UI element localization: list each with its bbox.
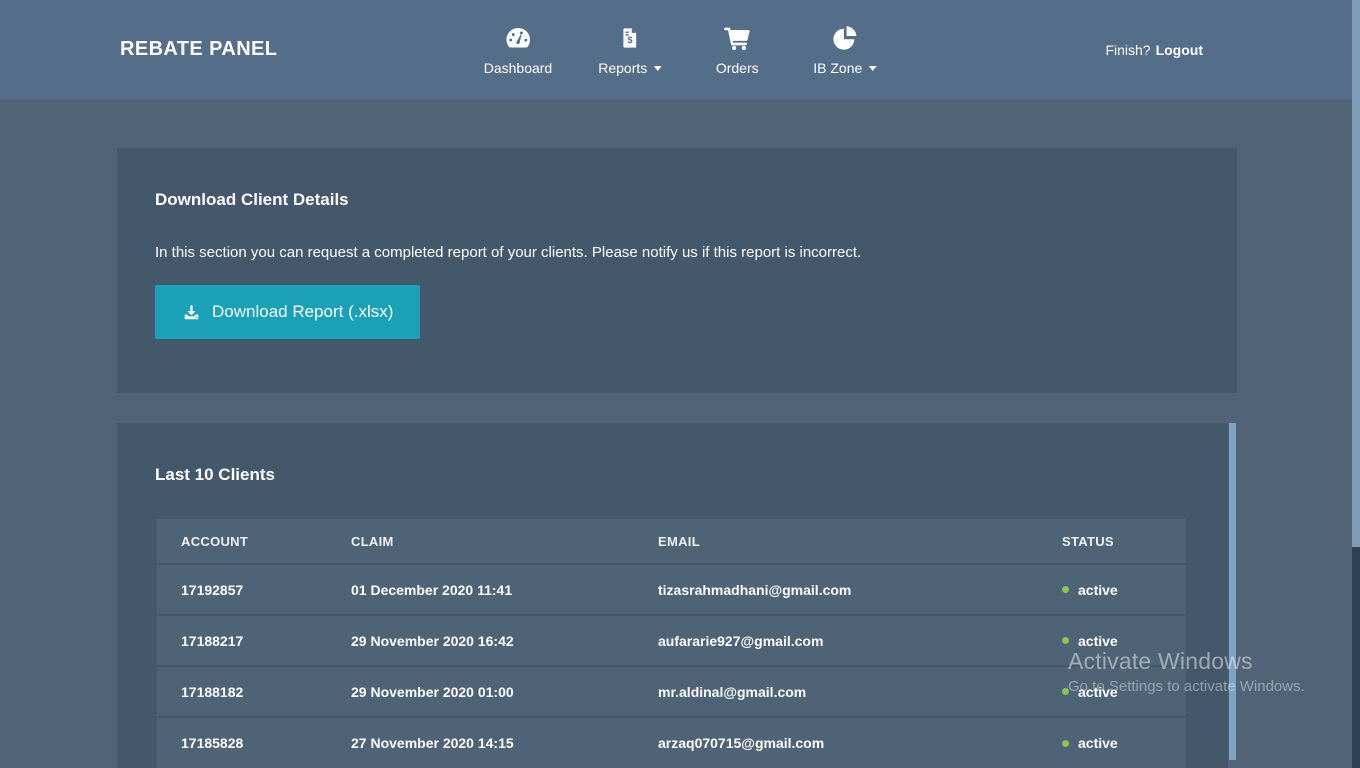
cell-status: active — [1038, 564, 1186, 615]
cell-email: mr.aldinal@gmail.com — [634, 666, 1038, 717]
nav-item-dashboard[interactable]: Dashboard — [484, 24, 553, 76]
cell-account: 17185828 — [157, 717, 327, 768]
cell-claim: 29 November 2020 16:42 — [327, 615, 634, 666]
cell-status: active — [1038, 666, 1186, 717]
card-title: Download Client Details — [155, 190, 1199, 210]
download-report-button[interactable]: Download Report (.xlsx) — [155, 285, 420, 339]
cell-account: 17188217 — [157, 615, 327, 666]
cell-status: active — [1038, 717, 1186, 768]
main-navigation: Dashboard $ Reports Orders IB Zone — [484, 0, 877, 99]
cell-email: tizasrahmadhani@gmail.com — [634, 564, 1038, 615]
download-button-label: Download Report (.xlsx) — [212, 302, 393, 322]
status-dot-icon — [1062, 688, 1069, 695]
column-header-status: STATUS — [1038, 519, 1186, 564]
gauge-icon — [504, 24, 531, 51]
nav-item-reports[interactable]: $ Reports — [598, 24, 661, 76]
cell-email: arzaq070715@gmail.com — [634, 717, 1038, 768]
cell-claim: 01 December 2020 11:41 — [327, 564, 634, 615]
cell-status: active — [1038, 615, 1186, 666]
session-prefix-label: Finish? — [1105, 42, 1150, 58]
cart-icon — [724, 24, 751, 51]
cell-claim: 27 November 2020 14:15 — [327, 717, 634, 768]
brand-title: REBATE PANEL — [120, 0, 277, 99]
column-header-email: EMAIL — [634, 519, 1038, 564]
cell-account: 17192857 — [157, 564, 327, 615]
table-row: 1719285701 December 2020 11:41tizasrahma… — [157, 564, 1186, 615]
cell-claim: 29 November 2020 01:00 — [327, 666, 634, 717]
download-client-details-card: Download Client Details In this section … — [117, 148, 1237, 393]
chevron-down-icon — [653, 66, 661, 71]
cell-account: 17188182 — [157, 666, 327, 717]
session-area: Finish? Logout — [1105, 0, 1203, 99]
table-row: 1718818229 November 2020 01:00mr.aldinal… — [157, 666, 1186, 717]
status-dot-icon — [1062, 637, 1069, 644]
status-label: active — [1078, 684, 1118, 700]
chevron-down-icon — [868, 66, 876, 71]
nav-item-label: Orders — [716, 60, 759, 76]
nav-item-orders[interactable]: Orders — [707, 24, 767, 76]
clients-table: ACCOUNTCLAIMEMAILSTATUS 1719285701 Decem… — [157, 519, 1186, 768]
pie-icon — [831, 24, 858, 51]
svg-text:$: $ — [627, 35, 632, 45]
download-icon — [182, 303, 201, 322]
column-header-claim: CLAIM — [327, 519, 634, 564]
invoice-icon: $ — [619, 24, 640, 51]
status-label: active — [1078, 633, 1118, 649]
card-scrollbar[interactable] — [1229, 423, 1236, 760]
table-header-row: ACCOUNTCLAIMEMAILSTATUS — [157, 519, 1186, 564]
status-dot-icon — [1062, 586, 1069, 593]
status-label: active — [1078, 735, 1118, 751]
table-row: 1718821729 November 2020 16:42aufararie9… — [157, 615, 1186, 666]
card-description: In this section you can request a comple… — [155, 244, 1199, 261]
nav-item-label: Reports — [598, 60, 661, 76]
nav-item-ib-zone[interactable]: IB Zone — [813, 24, 876, 76]
cell-email: aufararie927@gmail.com — [634, 615, 1038, 666]
column-header-account: ACCOUNT — [157, 519, 327, 564]
nav-item-label: Dashboard — [484, 60, 553, 76]
last-clients-card: Last 10 Clients ACCOUNTCLAIMEMAILSTATUS … — [117, 423, 1228, 768]
status-label: active — [1078, 582, 1118, 598]
top-navbar: REBATE PANEL Dashboard $ Reports Orders IB Z… — [0, 0, 1360, 99]
table-row: 1718582827 November 2020 14:15arzaq07071… — [157, 717, 1186, 768]
status-dot-icon — [1062, 740, 1069, 747]
logout-link[interactable]: Logout — [1156, 42, 1203, 58]
clients-table-wrapper: ACCOUNTCLAIMEMAILSTATUS 1719285701 Decem… — [157, 519, 1190, 768]
nav-item-label: IB Zone — [813, 60, 876, 76]
page-scrollbar-track[interactable] — [1352, 0, 1360, 768]
card-title: Last 10 Clients — [155, 465, 1190, 485]
page-scrollbar-thumb[interactable] — [1352, 0, 1360, 547]
